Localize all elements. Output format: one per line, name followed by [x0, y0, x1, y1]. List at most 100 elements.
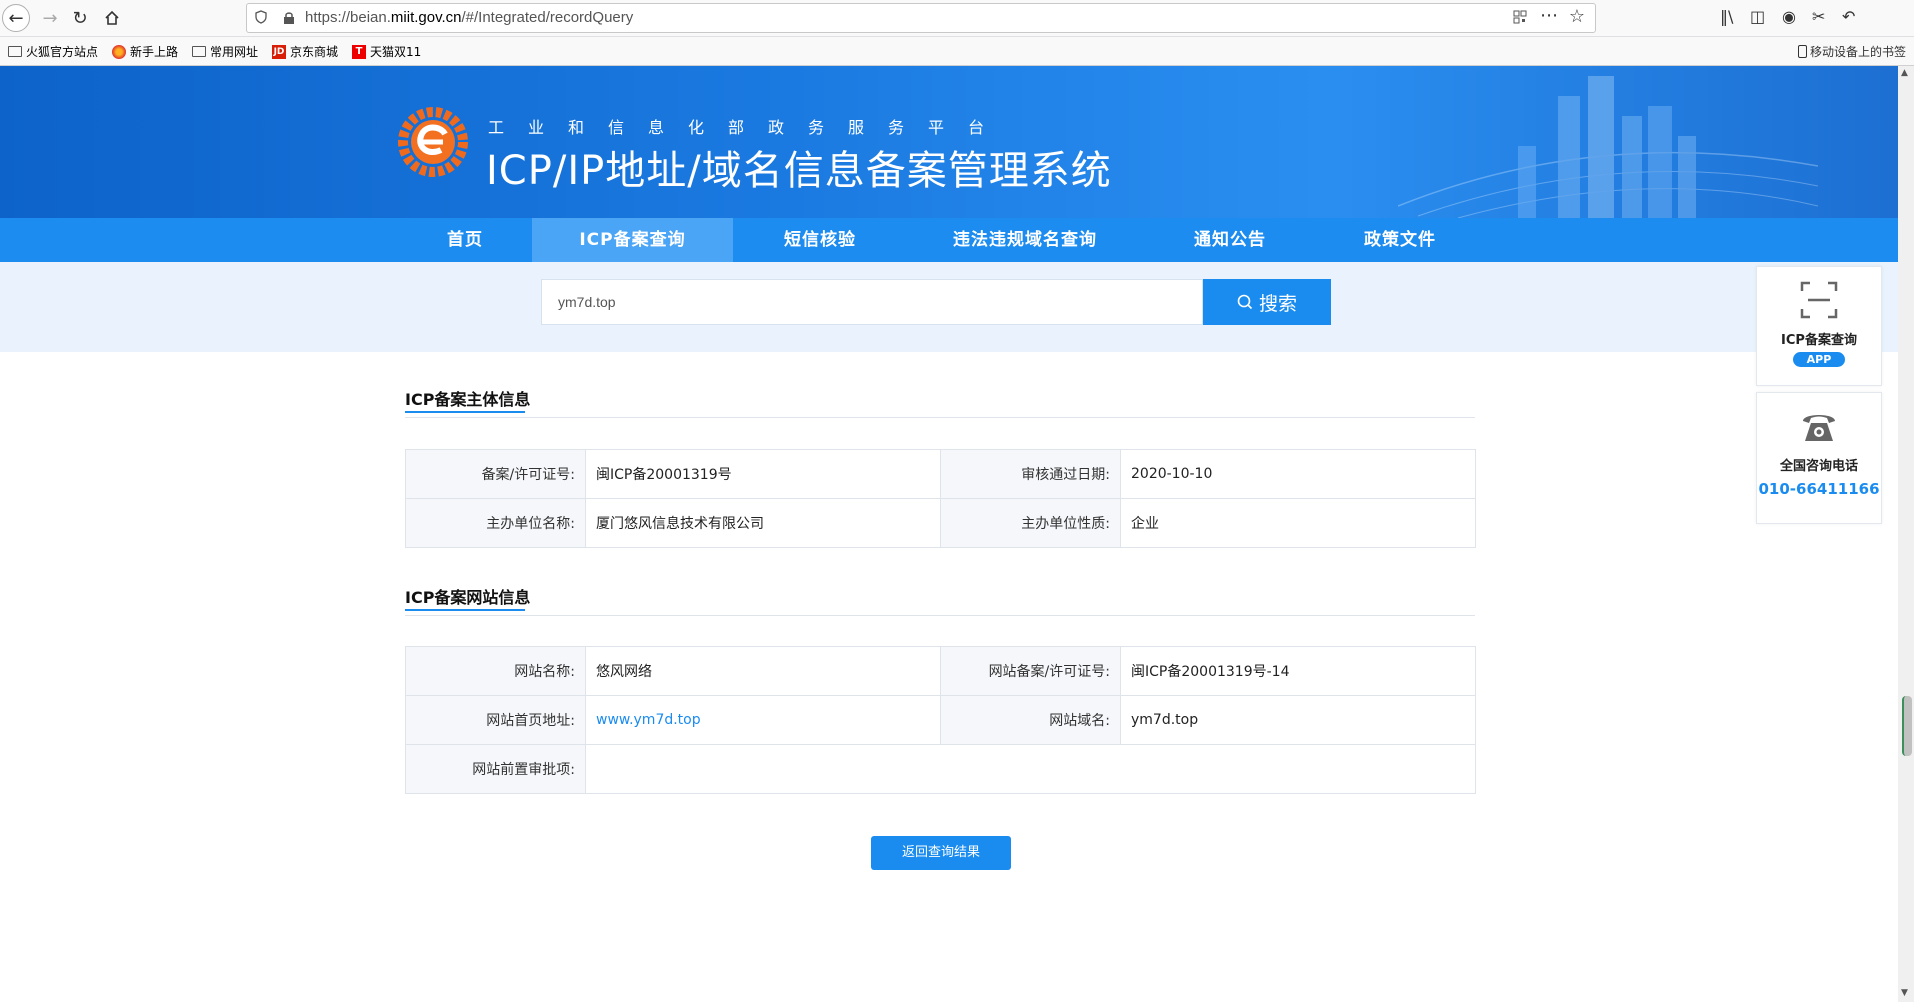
shield-icon[interactable]	[255, 10, 267, 24]
search-button-label: 搜索	[1258, 292, 1297, 315]
city-skyline-decoration	[1398, 76, 1818, 218]
scrollbar-thumb[interactable]	[1902, 696, 1912, 756]
table-label: 主办单位性质:	[940, 498, 1121, 548]
hotline-number[interactable]: 010-66411166	[1757, 480, 1881, 498]
library-icon[interactable]: ‖\	[1720, 7, 1733, 26]
bookmark-label: 天猫双11	[370, 45, 422, 59]
undo-icon[interactable]: ↶	[1842, 7, 1855, 26]
table-label: 网站域名:	[940, 695, 1121, 745]
table-row: 网站首页地址: www.ym7d.top 网站域名: ym7d.top	[405, 695, 1476, 745]
table-label: 主办单位名称:	[405, 498, 586, 548]
table-row: 网站前置审批项:	[405, 744, 1476, 794]
reload-icon[interactable]: ↻	[66, 4, 94, 32]
table-label: 网站备案/许可证号:	[940, 646, 1121, 696]
bookmark-star-icon[interactable]: ☆	[1569, 6, 1585, 27]
bookmark-label: 新手上路	[130, 45, 179, 59]
miit-logo-icon	[398, 107, 468, 177]
qr-code-icon[interactable]	[1513, 10, 1527, 24]
page-viewport: 工业和信息化部政务服务平台 ICP/IP地址/域名信息备案管理系统 首页 ICP…	[0, 66, 1898, 1002]
table-value: 闽ICP备20001319号	[585, 449, 941, 499]
home-icon[interactable]	[98, 4, 126, 32]
platform-subtitle: 工业和信息化部政务服务平台	[488, 118, 1009, 137]
app-badge: APP	[1792, 352, 1846, 367]
scroll-up-arrow-icon[interactable]: ▲	[1901, 68, 1908, 78]
table-row: 备案/许可证号: 闽ICP备20001319号 审核通过日期: 2020-10-…	[405, 449, 1476, 499]
bookmark-label: 常用网址	[210, 45, 259, 59]
firefox-icon	[112, 44, 126, 59]
nav-item-policy[interactable]: 政策文件	[1350, 218, 1450, 262]
screenshot-icon[interactable]: ✂	[1812, 7, 1825, 26]
back-arrow-icon[interactable]: ←	[2, 4, 30, 32]
nav-item-sms-verify[interactable]: 短信核验	[770, 218, 870, 262]
telephone-icon	[1803, 415, 1835, 441]
table-value: 企业	[1120, 498, 1476, 548]
table-value: www.ym7d.top	[585, 695, 941, 745]
table-label: 审核通过日期:	[940, 449, 1121, 499]
table-row: 主办单位名称: 厦门悠风信息技术有限公司 主办单位性质: 企业	[405, 498, 1476, 548]
sidebar-icon[interactable]: ◫	[1750, 7, 1765, 26]
section-underline	[405, 411, 525, 413]
section-divider	[405, 615, 1475, 616]
table-row: 网站名称: 悠风网络 网站备案/许可证号: 闽ICP备20001319号-14	[405, 646, 1476, 696]
scan-icon	[1800, 281, 1838, 319]
table-label: 网站名称:	[405, 646, 586, 696]
bookmark-label: 京东商城	[290, 45, 339, 59]
search-icon	[1237, 294, 1253, 310]
url-text[interactable]: https://beian.miit.gov.cn/#/Integrated/r…	[305, 9, 633, 26]
app-card-label: ICP备案查询	[1781, 333, 1857, 348]
search-area: ym7d.top 搜索	[0, 262, 1898, 352]
url-domain: miit.gov.cn	[390, 9, 462, 26]
account-icon[interactable]: ◉	[1782, 7, 1796, 26]
folder-icon	[8, 46, 22, 57]
url-bar[interactable]: https://beian.miit.gov.cn/#/Integrated/r…	[246, 3, 1596, 33]
subject-info-table: 备案/许可证号: 闽ICP备20001319号 审核通过日期: 2020-10-…	[405, 449, 1476, 548]
lock-icon[interactable]	[283, 11, 295, 24]
table-label: 网站前置审批项:	[405, 744, 586, 794]
table-value: 2020-10-10	[1120, 449, 1476, 499]
table-value	[585, 744, 1476, 794]
search-input[interactable]: ym7d.top	[541, 279, 1203, 325]
hotline-label: 全国咨询电话	[1779, 459, 1858, 474]
table-value: 厦门悠风信息技术有限公司	[585, 498, 941, 548]
table-value: 闽ICP备20001319号-14	[1120, 646, 1476, 696]
bookmark-item[interactable]: T 天猫双11	[352, 43, 421, 60]
mobile-bookmarks-label: 移动设备上的书签	[1809, 45, 1906, 59]
tmall-icon: T	[352, 44, 366, 59]
bookmark-item[interactable]: 新手上路	[112, 43, 178, 60]
nav-item-home[interactable]: 首页	[420, 218, 510, 262]
app-download-card[interactable]: ICP备案查询 APP	[1756, 266, 1882, 386]
nav-item-notices[interactable]: 通知公告	[1180, 218, 1280, 262]
homepage-link[interactable]: www.ym7d.top	[596, 712, 701, 728]
url-suffix: /#/Integrated/recordQuery	[461, 9, 634, 26]
hotline-card: 全国咨询电话 010-66411166	[1756, 392, 1882, 524]
main-navbar: 首页 ICP备案查询 短信核验 违法违规域名查询 通知公告 政策文件	[0, 218, 1898, 262]
bookmark-label: 火狐官方站点	[26, 45, 99, 59]
more-actions-icon[interactable]: ⋯	[1540, 5, 1559, 26]
scroll-down-arrow-icon[interactable]: ▼	[1901, 988, 1908, 998]
system-title: ICP/IP地址/域名信息备案管理系统	[486, 148, 1112, 194]
back-to-results-button[interactable]: 返回查询结果	[871, 836, 1011, 870]
bookmark-item[interactable]: JD 京东商城	[272, 43, 338, 60]
subject-section-title: ICP备案主体信息	[405, 390, 531, 409]
bookmark-item[interactable]: 常用网址	[192, 43, 258, 60]
url-prefix: https://beian.	[305, 9, 391, 26]
forward-arrow-icon[interactable]: →	[36, 4, 64, 32]
browser-toolbar: ← → ↻ https://beian.miit.gov.cn/#/Integr…	[0, 0, 1914, 37]
bookmarks-bar: 火狐官方站点 新手上路 常用网址 JD 京东商城 T 天猫双11 移动设备上的书签	[0, 37, 1914, 66]
table-value: ym7d.top	[1120, 695, 1476, 745]
mobile-device-icon	[1797, 45, 1807, 58]
bookmark-item[interactable]: 火狐官方站点	[8, 43, 98, 60]
site-section-title: ICP备案网站信息	[405, 588, 531, 607]
jd-icon: JD	[272, 44, 286, 59]
mobile-bookmarks[interactable]: 移动设备上的书签	[1797, 43, 1906, 60]
table-label: 网站首页地址:	[405, 695, 586, 745]
section-underline	[405, 609, 525, 611]
nav-item-icp-query[interactable]: ICP备案查询	[532, 218, 733, 262]
table-label: 备案/许可证号:	[405, 449, 586, 499]
nav-item-illegal-domain[interactable]: 违法违规域名查询	[940, 218, 1110, 262]
header-banner: 工业和信息化部政务服务平台 ICP/IP地址/域名信息备案管理系统	[0, 66, 1898, 218]
page-scrollbar[interactable]: ▲ ▼	[1898, 66, 1914, 1002]
folder-icon	[192, 46, 206, 57]
section-divider	[405, 417, 1475, 418]
search-button[interactable]: 搜索	[1203, 279, 1331, 325]
